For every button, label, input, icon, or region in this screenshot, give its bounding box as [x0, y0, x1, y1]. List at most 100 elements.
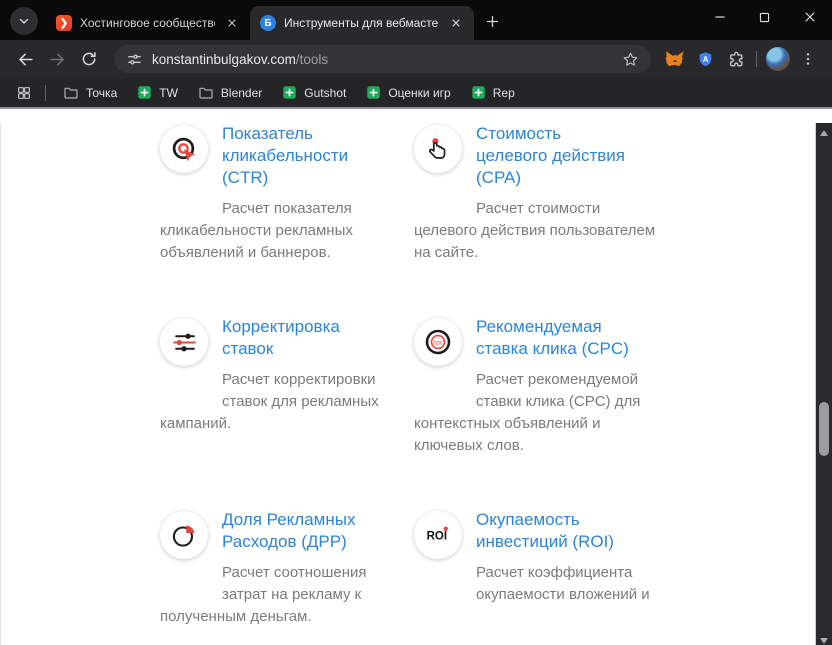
bookmark-folder-blender[interactable]: Blender	[190, 83, 270, 103]
url-domain: konstantinbulgakov.com	[152, 51, 296, 67]
roi-text-icon: ROI	[427, 526, 448, 543]
page-scrollbar[interactable]	[815, 123, 832, 645]
scrollbar-thumb[interactable]	[819, 402, 829, 456]
sliders-icon	[172, 333, 196, 351]
timeweb-favicon: ❯	[56, 15, 72, 31]
card-description: Расчет корректировки ставок для рекламны…	[160, 371, 379, 432]
address-bar[interactable]: konstantinbulgakov.com/tools	[114, 45, 651, 73]
bookmark-tw[interactable]: TW	[129, 83, 186, 102]
card-description: Расчет коэффициента окупаемости вложений…	[476, 564, 650, 603]
card-description: Расчет рекомендуемой ставки клика (CPC) …	[414, 371, 641, 454]
site-favicon: Б	[260, 15, 276, 31]
card-description: Расчет стоимости целевого действия польз…	[414, 200, 656, 261]
card-description: Расчет соотношения затрат на рекламу к п…	[160, 564, 367, 625]
tab-close-button[interactable]	[223, 15, 240, 32]
tool-card-drr: Доля Рекламных Расходов (ДРР) Расчет соо…	[160, 509, 402, 628]
card-icon-circle[interactable]: cpc	[414, 318, 462, 366]
bookmark-game-ratings[interactable]: Оценки игр	[358, 83, 458, 102]
tab-close-button[interactable]	[447, 15, 464, 32]
close-icon	[804, 12, 815, 22]
scroll-up-button[interactable]	[816, 125, 832, 141]
tool-card-bid-adjustment: Корректировка ставок Расчет корректировк…	[160, 316, 402, 457]
pie-chart-icon	[172, 524, 194, 547]
reload-icon	[82, 51, 96, 66]
site-info-icon[interactable]	[126, 51, 143, 68]
puzzle-piece-icon	[729, 51, 743, 66]
bookmark-label: TW	[159, 85, 178, 100]
chrome-page-border	[0, 107, 832, 109]
tools-grid: Показатель кликабельности (CTR) Расчет п…	[160, 123, 656, 628]
bookmark-label: Оценки игр	[388, 85, 451, 100]
bookmark-label: Gutshot	[304, 85, 347, 100]
bookmark-label: Rep	[492, 85, 515, 100]
bookmark-folder-tochka[interactable]: Точка	[55, 83, 125, 103]
tool-card-roi: ROI Окупаемость инвестиций (ROI) Расчет …	[414, 509, 656, 628]
reload-button[interactable]	[74, 44, 104, 74]
toolbar-separator	[756, 51, 757, 67]
svg-text:A: A	[702, 54, 708, 63]
bookmarks-separator	[45, 84, 46, 101]
tool-card-cpa: Стоимость целевого действия (CPA) Расчет…	[414, 123, 656, 264]
scroll-down-button[interactable]	[816, 633, 832, 645]
profile-avatar	[766, 47, 790, 71]
arrow-right-icon	[49, 53, 64, 65]
extension-shield-button[interactable]: A	[691, 45, 719, 73]
maximize-icon	[759, 12, 770, 22]
plus-icon	[486, 15, 498, 27]
tool-card-ctr: Показатель кликабельности (CTR) Расчет п…	[160, 123, 402, 264]
page-viewport: Показатель кликабельности (CTR) Расчет п…	[0, 123, 832, 645]
folder-icon	[64, 87, 78, 99]
sheet-icon	[283, 86, 297, 99]
card-icon-circle[interactable]	[160, 511, 208, 559]
metamask-fox-icon	[665, 51, 684, 67]
sheet-icon	[471, 86, 485, 99]
extension-metamask-button[interactable]	[661, 45, 689, 73]
sheet-icon	[138, 86, 151, 99]
cpc-badge-icon: cpc	[425, 329, 451, 355]
card-description: Расчет показателя кликабельности рекламн…	[160, 200, 353, 261]
profile-button[interactable]	[764, 45, 792, 73]
url-text[interactable]: konstantinbulgakov.com/tools	[152, 52, 613, 67]
close-icon	[451, 19, 460, 27]
tab-search-button[interactable]	[10, 7, 38, 35]
folder-icon	[199, 87, 213, 99]
chevron-down-icon	[19, 18, 29, 24]
close-window-button[interactable]	[787, 0, 832, 34]
close-icon	[227, 19, 236, 27]
sheet-icon	[367, 86, 381, 99]
bookmark-label: Точка	[86, 85, 118, 100]
forward-button[interactable]	[42, 44, 72, 74]
tab-hosting-community[interactable]: ❯ Хостинговое сообщество «Tim	[46, 6, 250, 40]
maximize-button[interactable]	[742, 0, 787, 34]
bookmark-gutshot[interactable]: Gutshot	[274, 83, 354, 102]
minimize-button[interactable]	[697, 0, 742, 34]
tool-card-cpc: cpc Рекомендуемая ставка клика (CPC) Рас…	[414, 316, 656, 457]
bookmarks-apps-button[interactable]	[12, 79, 36, 107]
browser-toolbar: konstantinbulgakov.com/tools A	[0, 40, 832, 78]
card-icon-circle[interactable]	[160, 125, 208, 173]
minimize-icon	[714, 16, 725, 18]
bookmark-rep[interactable]: Rep	[463, 83, 523, 102]
new-tab-button[interactable]	[478, 7, 506, 35]
tab-title: Хостинговое сообщество «Tim	[80, 16, 215, 30]
card-icon-circle[interactable]: ROI	[414, 511, 462, 559]
tab-webmaster-tools[interactable]: Б Инструменты для вебмастеро	[250, 6, 474, 40]
roi-icon-text: ROI	[427, 531, 447, 543]
target-click-icon	[172, 137, 195, 161]
bookmark-label: Blender	[220, 85, 263, 100]
card-icon-circle[interactable]	[414, 125, 462, 173]
cpc-icon-text: cpc	[433, 340, 442, 346]
bookmarks-bar: Точка TW Blender Gutshot Оценки игр Rep	[0, 78, 832, 107]
card-icon-circle[interactable]	[160, 318, 208, 366]
extensions-button[interactable]	[721, 45, 749, 73]
hand-cursor-icon	[428, 137, 445, 159]
back-button[interactable]	[10, 44, 40, 74]
tab-strip: ❯ Хостинговое сообщество «Tim Б Инструме…	[0, 0, 832, 40]
triangle-up-icon	[820, 130, 828, 136]
blue-shield-icon: A	[699, 51, 711, 66]
url-path: /tools	[295, 51, 329, 67]
browser-menu-button[interactable]	[794, 45, 822, 73]
bookmark-star-icon[interactable]	[622, 51, 639, 68]
kebab-menu-icon	[806, 53, 810, 65]
tab-title: Инструменты для вебмастеро	[284, 16, 439, 30]
